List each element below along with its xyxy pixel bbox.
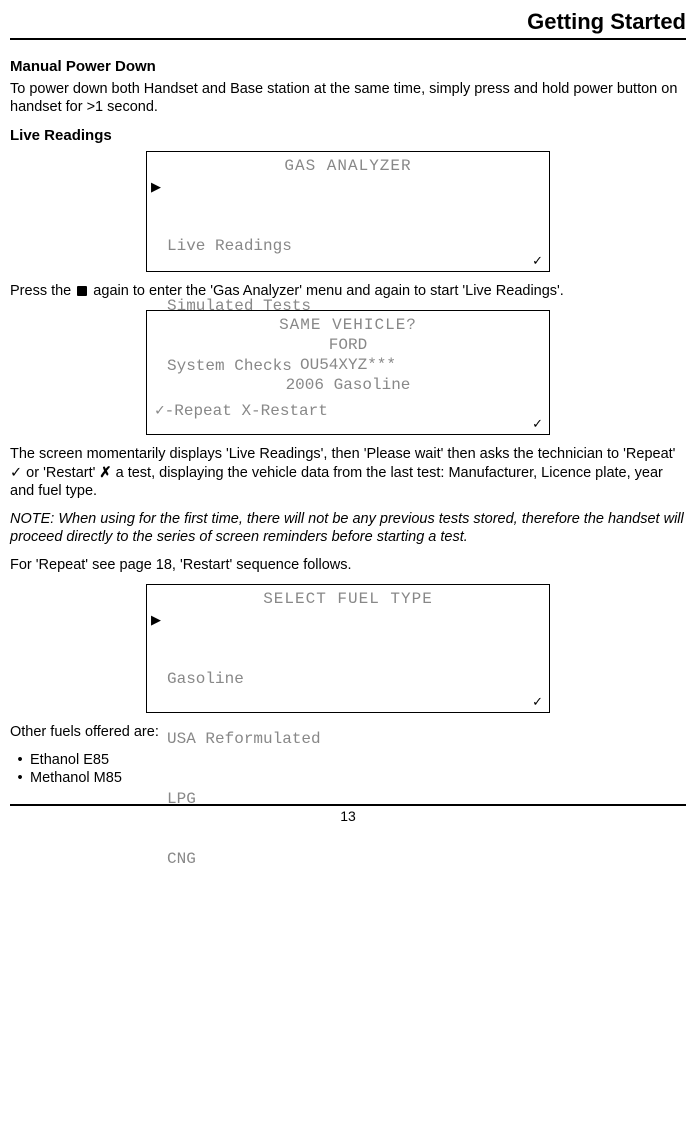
page-header: Getting Started xyxy=(10,8,686,40)
lcd-title: GAS ANALYZER xyxy=(153,156,543,176)
lcd-footer: ✓-Repeat X-Restart xyxy=(153,401,543,421)
menu-item: CNG xyxy=(167,849,543,869)
menu-item: Gasoline xyxy=(167,669,543,689)
vehicle-make: FORD xyxy=(153,335,543,355)
para-repeat-see: For 'Repeat' see page 18, 'Restart' sequ… xyxy=(10,556,686,574)
check-icon: ✓ xyxy=(10,465,22,481)
pointer-icon: ▶ xyxy=(151,179,161,195)
menu-item: USA Reformulated xyxy=(167,729,543,749)
vehicle-year-fuel: 2006 Gasoline xyxy=(153,375,543,395)
text: or 'Restart' xyxy=(22,465,99,481)
check-icon: ✓ xyxy=(532,253,543,269)
check-icon: ✓ xyxy=(532,694,543,710)
heading-live-readings: Live Readings xyxy=(10,127,686,146)
para-note: NOTE: When using for the first time, the… xyxy=(10,510,686,546)
menu-item: LPG xyxy=(167,789,543,809)
lcd-select-fuel: SELECT FUEL TYPE ▶ Gasoline USA Reformul… xyxy=(146,584,550,713)
text: Press the xyxy=(10,283,75,299)
para-repeat-restart: The screen momentarily displays 'Live Re… xyxy=(10,445,686,499)
check-icon: ✓ xyxy=(532,416,543,432)
heading-manual-power-down: Manual Power Down xyxy=(10,58,686,77)
x-icon: ✗ xyxy=(99,465,111,481)
text: The screen momentarily displays 'Live Re… xyxy=(10,446,675,462)
lcd-title: SELECT FUEL TYPE xyxy=(153,589,543,609)
para-power-down: To power down both Handset and Base stat… xyxy=(10,80,686,116)
pointer-icon: ▶ xyxy=(151,612,161,628)
vehicle-plate: OU54XYZ*** xyxy=(153,355,543,375)
button-icon xyxy=(77,286,87,296)
lcd-menu: ▶ Gasoline USA Reformulated LPG CNG xyxy=(153,609,543,909)
lcd-same-vehicle: SAME VEHICLE? FORD OU54XYZ*** 2006 Gasol… xyxy=(146,310,550,435)
lcd-gas-analyzer: GAS ANALYZER ▶ Live Readings Simulated T… xyxy=(146,151,550,272)
menu-item: Live Readings xyxy=(167,236,543,256)
lcd-title: SAME VEHICLE? xyxy=(153,315,543,335)
